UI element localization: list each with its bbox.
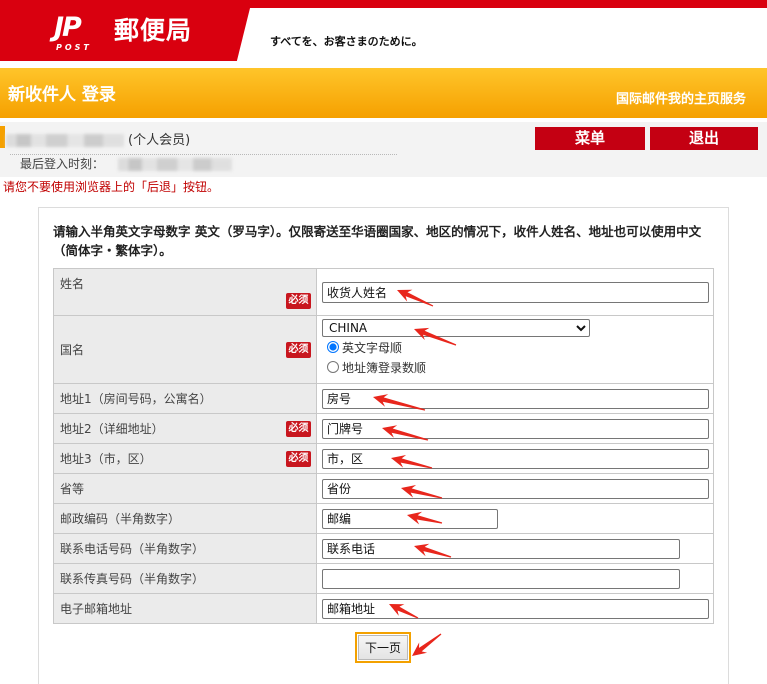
- field-label-address2: 地址2（详细地址）: [60, 421, 164, 436]
- field-value-cell: [316, 473, 714, 504]
- field-label-cell: 地址3（市，区） 必须: [53, 443, 317, 474]
- field-label-email: 电子邮箱地址: [60, 601, 133, 616]
- field-value-cell: [316, 593, 714, 624]
- field-label-address1: 地址1（房间号码，公寓名）: [60, 391, 212, 406]
- site-header: JP POST 郵便局 すべてを、お客さまのために。: [0, 0, 767, 62]
- recipient-form-table: 姓名 必须 国名 必须 CHINA: [53, 268, 714, 624]
- sort-option-label: 英文字母顺: [342, 340, 403, 355]
- field-label-cell: 省等: [53, 473, 317, 504]
- logout-button[interactable]: 退出: [650, 127, 758, 150]
- required-badge: 必须: [286, 420, 311, 437]
- field-label-province: 省等: [60, 481, 85, 496]
- country-select[interactable]: CHINA: [322, 319, 590, 337]
- sort-option-label: 地址簿登录数顺: [342, 360, 427, 375]
- page-title-bar: 新收件人 登录 国际邮件我的主页服务: [0, 68, 767, 118]
- fax-input[interactable]: [322, 568, 680, 589]
- form-row-name: 姓名 必须: [53, 268, 714, 316]
- user-info-box: (个人会员) 最后登入时刻： 菜单 退出: [0, 122, 767, 177]
- redacted-last-login-time: [118, 158, 232, 171]
- form-instruction: 请输入半角英文字母数字 英文（罗马字）。仅限寄送至华语圈国家、地区的情况下，收件…: [53, 224, 702, 258]
- field-value-cell: [316, 443, 714, 474]
- sort-alphabetical-radio[interactable]: [327, 341, 339, 353]
- field-value-cell: [316, 268, 714, 316]
- form-row-email: 电子邮箱地址: [53, 593, 714, 624]
- brand-name: 郵便局: [114, 16, 193, 45]
- postal-code-input[interactable]: [322, 508, 498, 529]
- jp-logo-sub: POST: [56, 43, 92, 52]
- required-badge: 必须: [286, 450, 311, 467]
- field-label-cell: 地址1（房间号码，公寓名）: [53, 383, 317, 414]
- recipient-name-input[interactable]: [322, 281, 709, 303]
- form-row-address3: 地址3（市，区） 必须: [53, 443, 714, 474]
- field-label-cell: 联系传真号码（半角数字）: [53, 563, 317, 594]
- field-label-name: 姓名: [60, 277, 85, 291]
- form-row-address1: 地址1（房间号码，公寓名）: [53, 383, 714, 414]
- field-label-cell: 联系电话号码（半角数字）: [53, 533, 317, 564]
- mypage-service-link[interactable]: 国际邮件我的主页服务: [616, 91, 746, 109]
- field-label-cell: 姓名 必须: [53, 268, 317, 316]
- form-row-country: 国名 必须 CHINA 英文字母顺 地址簿登录数顺: [53, 315, 714, 384]
- email-input[interactable]: [322, 598, 709, 619]
- field-label-cell: 邮政编码（半角数字）: [53, 503, 317, 534]
- back-button-warning: 请您不要使用浏览器上的「后退」按钮。: [3, 180, 220, 194]
- jp-post-logo[interactable]: JP POST: [54, 13, 104, 53]
- next-page-button[interactable]: 下一页: [355, 632, 411, 663]
- header-slogan: すべてを、お客さまのために。: [270, 35, 423, 48]
- field-value-cell: [316, 383, 714, 414]
- jp-logo-mark: JP: [54, 12, 82, 43]
- field-label-cell: 地址2（详细地址） 必须: [53, 413, 317, 444]
- user-accent-bar: [0, 126, 5, 148]
- field-label-fax: 联系传真号码（半角数字）: [60, 571, 205, 586]
- province-input[interactable]: [322, 478, 709, 499]
- field-value-cell: [316, 533, 714, 564]
- user-divider: [10, 154, 397, 155]
- sort-option-alphabetical[interactable]: 英文字母顺: [322, 337, 708, 357]
- field-value-cell: [316, 413, 714, 444]
- field-label-country: 国名: [60, 342, 85, 357]
- phone-input[interactable]: [322, 538, 680, 559]
- form-row-fax: 联系传真号码（半角数字）: [53, 563, 714, 594]
- form-row-address2: 地址2（详细地址） 必须: [53, 413, 714, 444]
- field-label-cell: 电子邮箱地址: [53, 593, 317, 624]
- field-value-cell: [316, 503, 714, 534]
- last-login-label: 最后登入时刻：: [20, 157, 105, 171]
- address3-input[interactable]: [322, 448, 709, 469]
- required-badge: 必须: [286, 341, 311, 358]
- field-label-postal-code: 邮政编码（半角数字）: [60, 511, 181, 526]
- address2-input[interactable]: [322, 418, 709, 439]
- member-type: (个人会员): [128, 133, 191, 148]
- field-label-cell: 国名 必须: [53, 315, 317, 384]
- page-title: 新收件人 登录: [8, 85, 116, 105]
- form-row-province: 省等: [53, 473, 714, 504]
- form-row-phone: 联系电话号码（半角数字）: [53, 533, 714, 564]
- sort-addressbook-radio[interactable]: [327, 361, 339, 373]
- recipient-form-panel: 请输入半角英文字母数字 英文（罗马字）。仅限寄送至华语圈国家、地区的情况下，收件…: [38, 207, 729, 684]
- menu-button[interactable]: 菜单: [535, 127, 645, 150]
- redacted-user-name: [6, 134, 124, 147]
- field-value-cell: CHINA 英文字母顺 地址簿登录数顺: [316, 315, 714, 384]
- field-value-cell: [316, 563, 714, 594]
- address1-input[interactable]: [322, 388, 709, 409]
- field-label-phone: 联系电话号码（半角数字）: [60, 541, 205, 556]
- sort-option-addressbook[interactable]: 地址簿登录数顺: [322, 357, 708, 377]
- required-badge: 必须: [286, 293, 311, 309]
- field-label-address3: 地址3（市，区）: [60, 451, 152, 466]
- form-row-postal-code: 邮政编码（半角数字）: [53, 503, 714, 534]
